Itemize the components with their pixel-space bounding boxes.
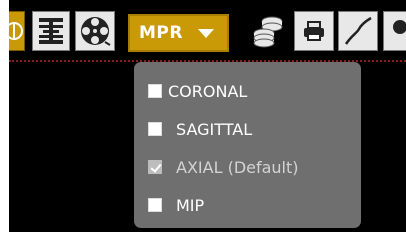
- menu-item-coronal[interactable]: CORONAL: [148, 77, 247, 105]
- window-level-icon[interactable]: [9, 11, 25, 51]
- menu-item-sagittal[interactable]: SAGITTAL: [148, 115, 252, 143]
- viewer-frame: MPR CORONAL SAGITTAL AXIAL (Default) MIP: [9, 0, 406, 232]
- menu-item-axial[interactable]: AXIAL (Default): [148, 153, 299, 181]
- cine-reel-icon[interactable]: [75, 11, 115, 51]
- axial-label: AXIAL (Default): [176, 157, 299, 177]
- chevron-down-icon: [198, 29, 214, 38]
- axial-checkbox[interactable]: [148, 160, 162, 174]
- mip-label: MIP: [176, 195, 205, 215]
- mpr-label: MPR: [139, 23, 183, 43]
- coronal-label: CORONAL: [168, 81, 248, 101]
- print-icon[interactable]: [294, 11, 334, 51]
- layout-icon[interactable]: [32, 11, 70, 51]
- circle-tool-icon[interactable]: [383, 11, 406, 51]
- coronal-checkbox[interactable]: [148, 84, 162, 98]
- mpr-dropdown-button[interactable]: MPR: [128, 14, 229, 52]
- curve-tool-icon[interactable]: [338, 11, 378, 51]
- menu-item-mip[interactable]: MIP: [148, 191, 204, 219]
- mip-checkbox[interactable]: [148, 198, 162, 212]
- sagittal-label: SAGITTAL: [176, 119, 253, 139]
- sagittal-checkbox[interactable]: [148, 122, 162, 136]
- coins-stack-icon[interactable]: [250, 11, 286, 51]
- mpr-dropdown-menu: CORONAL SAGITTAL AXIAL (Default) MIP: [134, 62, 361, 228]
- toolbar: MPR: [9, 0, 406, 62]
